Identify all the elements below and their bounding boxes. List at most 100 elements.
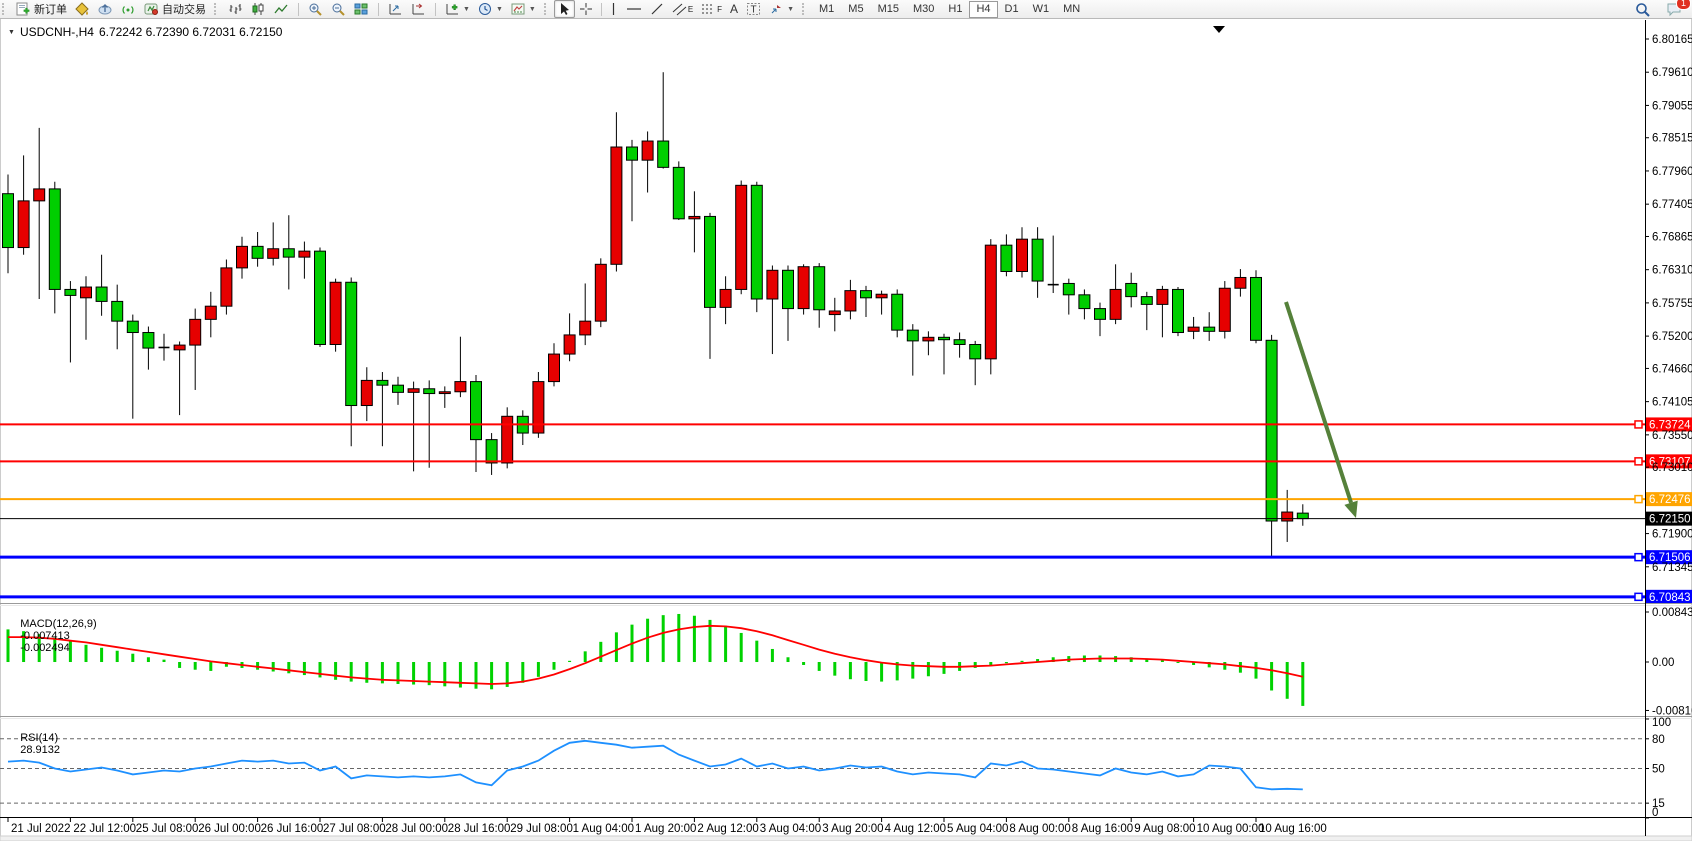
horizontal-line-tool-button[interactable] bbox=[622, 0, 646, 18]
signals-button[interactable] bbox=[117, 0, 140, 18]
period-button[interactable]: ▼ bbox=[474, 0, 507, 18]
time-axis-tick-label: 26 Jul 00:00 bbox=[198, 823, 261, 835]
toolbar-grip[interactable] bbox=[544, 3, 550, 15]
time-axis-tick-label: 4 Aug 12:00 bbox=[885, 823, 946, 835]
bear-candle bbox=[377, 380, 388, 385]
chart-collapse-icon[interactable]: ▼ bbox=[8, 29, 15, 36]
level-line-handle[interactable] bbox=[1635, 554, 1642, 561]
bull-candle bbox=[720, 289, 731, 307]
bull-candle bbox=[205, 306, 216, 319]
timeframe-button-M5[interactable]: M5 bbox=[841, 1, 870, 18]
timeframe-button-MN[interactable]: MN bbox=[1056, 1, 1087, 18]
bull-candle bbox=[736, 185, 747, 289]
bear-candle bbox=[1095, 309, 1106, 320]
macd-histogram-bar bbox=[1021, 661, 1024, 662]
toolbar-grip[interactable] bbox=[802, 3, 808, 15]
line-chart-button[interactable] bbox=[270, 0, 293, 18]
bear-candle bbox=[783, 270, 794, 308]
bear-candle bbox=[486, 440, 497, 463]
toolbar-grip[interactable] bbox=[214, 3, 220, 15]
search-button[interactable] bbox=[1631, 0, 1654, 18]
autotrade-button[interactable]: 自动交易 bbox=[140, 0, 210, 18]
macd-histogram-bar bbox=[755, 641, 758, 662]
rsi-axis-tick-label: 80 bbox=[1652, 734, 1665, 746]
macd-histogram-bar bbox=[943, 662, 946, 674]
candlestick-chart-button[interactable] bbox=[247, 0, 270, 18]
zoom-in-button[interactable] bbox=[304, 0, 327, 18]
trendline-tool-button[interactable] bbox=[646, 0, 668, 18]
macd-histogram-bar bbox=[1005, 662, 1008, 663]
toolbar-grip[interactable] bbox=[2, 3, 8, 15]
timeframe-button-H1[interactable]: H1 bbox=[941, 1, 969, 18]
add-indicator-button[interactable]: ▼ bbox=[441, 0, 474, 18]
bar-chart-button[interactable] bbox=[224, 0, 247, 18]
chart-canvas[interactable]: 6.737246.731076.724766.721506.715066.708… bbox=[0, 0, 1692, 841]
bear-candle bbox=[65, 289, 76, 295]
bear-candle bbox=[1079, 295, 1090, 309]
bear-candle bbox=[252, 246, 263, 258]
chart-window-frame bbox=[0, 18, 1692, 841]
timeframe-button-M15[interactable]: M15 bbox=[871, 1, 906, 18]
bull-candle bbox=[876, 294, 887, 298]
add-indicator-icon bbox=[445, 2, 460, 16]
macd-histogram-bar bbox=[802, 662, 805, 665]
fibonacci-tool-button[interactable]: F bbox=[697, 0, 726, 18]
bull-candle bbox=[174, 345, 185, 350]
bear-candle bbox=[283, 249, 294, 257]
vertical-line-tool-button[interactable] bbox=[605, 0, 622, 18]
auto-scroll-icon bbox=[388, 2, 403, 16]
price-axis-tick-label: 6.75200 bbox=[1652, 331, 1692, 343]
styler-button[interactable] bbox=[71, 0, 94, 18]
zoom-out-icon bbox=[331, 2, 346, 16]
cursor-tool-button[interactable] bbox=[554, 0, 575, 18]
price-axis-tick-label: 6.77960 bbox=[1652, 166, 1692, 178]
macd-histogram-bar bbox=[116, 651, 119, 662]
bull-candle bbox=[330, 282, 341, 344]
template-button[interactable]: ▼ bbox=[507, 0, 540, 18]
new-order-button[interactable]: 新订单 bbox=[12, 0, 71, 18]
timeframe-button-D1[interactable]: D1 bbox=[998, 1, 1026, 18]
equidistant-channel-tool-button[interactable]: E bbox=[668, 0, 697, 18]
time-axis-tick-label: 21 Jul 2022 bbox=[11, 823, 70, 835]
macd-histogram-bar bbox=[787, 657, 790, 662]
text-tool-button[interactable]: A bbox=[726, 0, 742, 18]
trade-group: 新订单 自动交易 bbox=[10, 0, 212, 18]
notification-badge: 1 bbox=[1676, 0, 1691, 10]
price-level-badge-text: 6.72476 bbox=[1649, 494, 1691, 506]
timeframe-button-M30[interactable]: M30 bbox=[906, 1, 941, 18]
timeframe-button-W1[interactable]: W1 bbox=[1026, 1, 1057, 18]
crosshair-tool-button[interactable] bbox=[575, 0, 598, 18]
time-axis-tick-label: 3 Aug 20:00 bbox=[822, 823, 883, 835]
price-axis-tick-label: 6.74660 bbox=[1652, 363, 1692, 375]
timeframe-button-H4[interactable]: H4 bbox=[969, 1, 997, 18]
shapes-tool-button[interactable]: ▼ bbox=[765, 0, 798, 18]
macd-histogram-bar bbox=[1255, 662, 1258, 679]
bear-candle bbox=[96, 287, 107, 301]
crosshair-icon bbox=[579, 2, 594, 16]
time-axis-tick-label: 22 Jul 12:00 bbox=[73, 823, 136, 835]
macd-histogram-bar bbox=[833, 662, 836, 676]
level-line-handle[interactable] bbox=[1635, 593, 1642, 600]
chart-shift-button[interactable] bbox=[407, 0, 430, 18]
bull-candle bbox=[611, 147, 622, 264]
notifications-button[interactable]: 1 bbox=[1662, 0, 1686, 18]
price-axis-tick-label: 6.77405 bbox=[1652, 199, 1692, 211]
bear-candle bbox=[315, 251, 326, 344]
macd-histogram-bar bbox=[178, 662, 181, 668]
level-line-handle[interactable] bbox=[1635, 496, 1642, 503]
auto-scroll-button[interactable] bbox=[384, 0, 407, 18]
publish-button[interactable] bbox=[94, 0, 117, 18]
macd-histogram-bar bbox=[287, 662, 290, 673]
zoom-out-button[interactable] bbox=[327, 0, 350, 18]
time-axis-tick-label: 27 Jul 08:00 bbox=[323, 823, 386, 835]
main-toolbar: 新订单 自动交易 bbox=[0, 0, 1692, 19]
macd-histogram-bar bbox=[537, 662, 540, 677]
tile-windows-button[interactable] bbox=[350, 0, 373, 18]
level-line-handle[interactable] bbox=[1635, 421, 1642, 428]
macd-histogram-bar bbox=[553, 662, 556, 670]
text-label-tool-button[interactable]: T bbox=[742, 0, 765, 18]
candlestick-icon bbox=[251, 2, 266, 16]
level-line-handle[interactable] bbox=[1635, 458, 1642, 465]
timeframe-button-M1[interactable]: M1 bbox=[812, 1, 841, 18]
bear-candle bbox=[1173, 289, 1184, 332]
